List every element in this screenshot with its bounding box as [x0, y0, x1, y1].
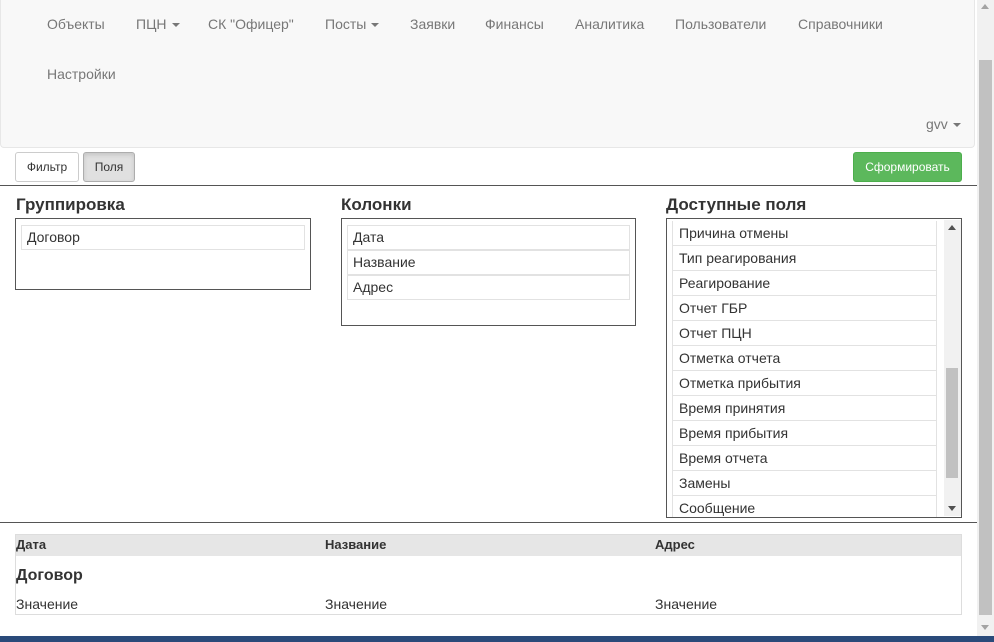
- chevron-down-icon: [171, 23, 180, 28]
- fields-button[interactable]: Поля: [83, 152, 135, 182]
- available-field-item[interactable]: Время принятия: [672, 396, 937, 421]
- table-cell: Значение: [325, 596, 388, 612]
- column-item-address[interactable]: Адрес: [347, 275, 630, 300]
- available-field-item[interactable]: Отметка прибытия: [672, 371, 937, 396]
- taskbar: [0, 636, 994, 642]
- column-header-date: Дата: [16, 537, 47, 552]
- available-field-item[interactable]: Время прибытия: [672, 421, 937, 446]
- nav-requests[interactable]: Заявки: [410, 14, 455, 34]
- nav-finance[interactable]: Финансы: [485, 14, 544, 34]
- divider: [0, 185, 977, 186]
- nav-posts-label: Посты: [325, 16, 367, 32]
- user-menu[interactable]: gvv: [926, 114, 961, 134]
- table-header: Дата Название Адрес: [16, 535, 961, 556]
- scroll-up-icon[interactable]: [981, 4, 989, 9]
- nav-users[interactable]: Пользователи: [675, 14, 766, 34]
- available-fields-scrollbar-thumb[interactable]: [946, 368, 958, 478]
- column-item-name[interactable]: Название: [347, 250, 630, 275]
- divider: [0, 522, 977, 523]
- scroll-down-icon[interactable]: [948, 506, 956, 511]
- available-field-item[interactable]: Отметка отчета: [672, 346, 937, 371]
- nav-settings[interactable]: Настройки: [47, 64, 116, 84]
- nav-analytics[interactable]: Аналитика: [575, 14, 644, 34]
- available-field-item[interactable]: Тип реагирования: [672, 246, 937, 271]
- column-header-address: Адрес: [655, 537, 695, 552]
- available-field-item[interactable]: Сообщение: [672, 496, 937, 517]
- top-navbar: Объекты ПЦН СК "Офицер" Посты Заявки Фин…: [0, 0, 975, 148]
- nav-sk-officer[interactable]: СК "Офицер": [208, 14, 294, 34]
- available-field-item[interactable]: Отчет ГБР: [672, 296, 937, 321]
- user-name: gvv: [926, 116, 948, 132]
- group-title: Договор: [16, 567, 83, 584]
- page-scrollbar[interactable]: [977, 0, 994, 642]
- table-cell: Значение: [655, 596, 718, 612]
- available-field-item[interactable]: Замены: [672, 471, 937, 496]
- grouping-dropzone[interactable]: Договор: [15, 218, 311, 290]
- page-scrollbar-thumb[interactable]: [979, 60, 992, 615]
- available-field-item[interactable]: Причина отмены: [672, 221, 937, 246]
- result-table: Дата Название Адрес Договор Значение Зна…: [15, 534, 962, 615]
- filter-button[interactable]: Фильтр: [15, 152, 79, 182]
- available-field-item[interactable]: Время отчета: [672, 446, 937, 471]
- available-field-item[interactable]: Реагирование: [672, 271, 937, 296]
- columns-title: Колонки: [341, 195, 412, 214]
- column-header-name: Название: [325, 537, 387, 552]
- nav-pcn-label: ПЦН: [136, 16, 167, 32]
- chevron-down-icon: [952, 123, 961, 128]
- columns-dropzone[interactable]: Дата Название Адрес: [341, 218, 636, 326]
- available-fields-title: Доступные поля: [666, 195, 807, 214]
- chevron-down-icon: [371, 23, 380, 28]
- generate-button[interactable]: Сформировать: [853, 152, 962, 182]
- grouping-title: Группировка: [16, 195, 125, 214]
- nav-pcn-dropdown[interactable]: ПЦН: [136, 14, 180, 34]
- scroll-up-icon[interactable]: [948, 225, 956, 230]
- nav-references[interactable]: Справочники: [798, 14, 883, 34]
- table-cell: Значение: [16, 596, 79, 612]
- grouping-item-contract[interactable]: Договор: [21, 225, 305, 250]
- available-fields-scrollbar[interactable]: [944, 220, 961, 516]
- nav-posts-dropdown[interactable]: Посты: [325, 14, 380, 34]
- available-fields-list[interactable]: Причина отмены Тип реагирования Реагиров…: [666, 218, 962, 518]
- column-item-date[interactable]: Дата: [347, 225, 630, 250]
- scroll-down-icon[interactable]: [981, 625, 989, 630]
- available-field-item[interactable]: Отчет ПЦН: [672, 321, 937, 346]
- nav-objects[interactable]: Объекты: [47, 14, 105, 34]
